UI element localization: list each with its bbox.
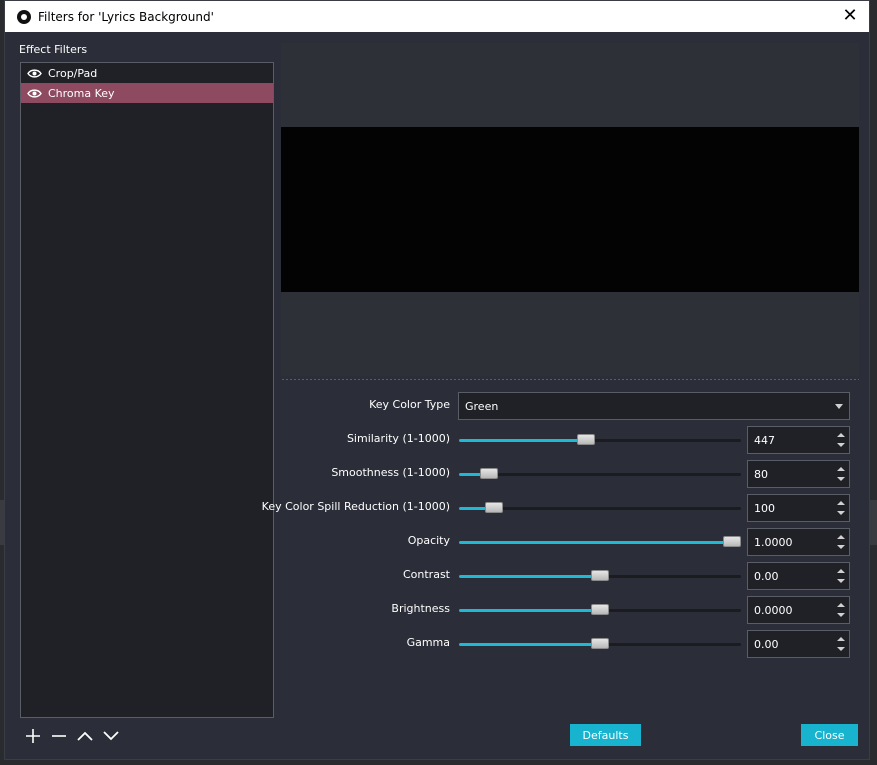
spin-down-icon[interactable] (837, 443, 845, 447)
contrast-spinbox[interactable]: 0.00 (747, 562, 850, 590)
spill-reduction-spinbox[interactable]: 100 (747, 494, 850, 522)
chevron-down-icon (103, 731, 119, 741)
slider-handle[interactable] (591, 570, 609, 581)
gamma-slider[interactable] (459, 637, 741, 651)
spin-down-icon[interactable] (837, 647, 845, 651)
spin-down-icon[interactable] (837, 511, 845, 515)
spill-reduction-slider[interactable] (459, 501, 741, 515)
opacity-value: 1.0000 (754, 535, 793, 549)
smoothness-spinbox[interactable]: 80 (747, 460, 850, 488)
window-close-icon[interactable]: ✕ (841, 7, 859, 25)
eye-icon[interactable] (27, 68, 42, 78)
slider-handle[interactable] (480, 468, 499, 479)
close-button[interactable]: Close (801, 724, 858, 746)
slider-handle[interactable] (591, 638, 609, 649)
filter-preview (281, 43, 859, 376)
obs-app-icon (17, 9, 31, 24)
spin-up-icon[interactable] (837, 433, 845, 437)
plus-icon (26, 729, 40, 743)
key-color-type-label: Key Color Type (369, 398, 450, 411)
filter-list-toolbar (23, 725, 121, 747)
similarity-value: 447 (754, 433, 775, 447)
spin-up-icon[interactable] (837, 569, 845, 573)
remove-filter-button[interactable] (49, 725, 69, 747)
spill-reduction-value: 100 (754, 501, 775, 515)
add-filter-button[interactable] (23, 725, 43, 747)
slider-handle[interactable] (577, 434, 595, 445)
similarity-slider[interactable] (459, 433, 741, 447)
gamma-spinbox[interactable]: 0.00 (747, 630, 850, 658)
window-title: Filters for 'Lyrics Background' (38, 9, 214, 24)
spin-up-icon[interactable] (837, 637, 845, 641)
spin-down-icon[interactable] (837, 579, 845, 583)
spin-down-icon[interactable] (837, 477, 845, 481)
spin-down-icon[interactable] (837, 545, 845, 549)
brightness-value: 0.0000 (754, 603, 793, 617)
filter-item-chroma-key[interactable]: Chroma Key (21, 83, 273, 103)
filter-list[interactable]: Crop/Pad Chroma Key (20, 62, 274, 718)
filter-item-crop-pad[interactable]: Crop/Pad (21, 63, 273, 83)
spin-up-icon[interactable] (837, 467, 845, 471)
similarity-spinbox[interactable]: 447 (747, 426, 850, 454)
dropdown-arrow-icon (835, 404, 843, 409)
title-bar: Filters for 'Lyrics Background' ✕ (5, 1, 869, 32)
opacity-slider[interactable] (459, 535, 741, 549)
key-color-type-select[interactable]: Green (458, 392, 850, 420)
slider-handle[interactable] (723, 536, 741, 547)
filter-item-label: Crop/Pad (48, 66, 98, 80)
preview-source (281, 127, 859, 292)
contrast-value: 0.00 (754, 569, 779, 583)
key-color-type-value: Green (465, 399, 499, 413)
spin-down-icon[interactable] (837, 613, 845, 617)
defaults-button[interactable]: Defaults (570, 724, 641, 746)
effect-filters-label: Effect Filters (19, 43, 88, 56)
gamma-value: 0.00 (754, 637, 779, 651)
gamma-label: Gamma (406, 636, 450, 649)
smoothness-label: Smoothness (1-1000) (331, 466, 450, 479)
move-filter-up-button[interactable] (75, 725, 95, 747)
contrast-label: Contrast (402, 568, 450, 581)
eye-icon[interactable] (27, 88, 42, 98)
spin-up-icon[interactable] (837, 501, 845, 505)
contrast-slider[interactable] (459, 569, 741, 583)
splitter-handle[interactable] (281, 378, 859, 381)
spill-reduction-label: Key Color Spill Reduction (1-1000) (261, 500, 450, 513)
opacity-spinbox[interactable]: 1.0000 (747, 528, 850, 556)
spin-up-icon[interactable] (837, 603, 845, 607)
smoothness-slider[interactable] (459, 467, 741, 481)
filters-dialog: Filters for 'Lyrics Background' ✕ Effect… (4, 0, 870, 760)
brightness-label: Brightness (391, 602, 450, 615)
brightness-slider[interactable] (459, 603, 741, 617)
move-filter-down-button[interactable] (101, 725, 121, 747)
brightness-spinbox[interactable]: 0.0000 (747, 596, 850, 624)
minus-icon (52, 735, 66, 737)
spin-up-icon[interactable] (837, 535, 845, 539)
smoothness-value: 80 (754, 467, 768, 481)
chevron-up-icon (77, 731, 93, 741)
slider-handle[interactable] (591, 604, 609, 615)
similarity-label: Similarity (1-1000) (346, 432, 450, 445)
slider-handle[interactable] (485, 502, 504, 513)
opacity-label: Opacity (407, 534, 450, 547)
filter-item-label: Chroma Key (48, 86, 115, 100)
